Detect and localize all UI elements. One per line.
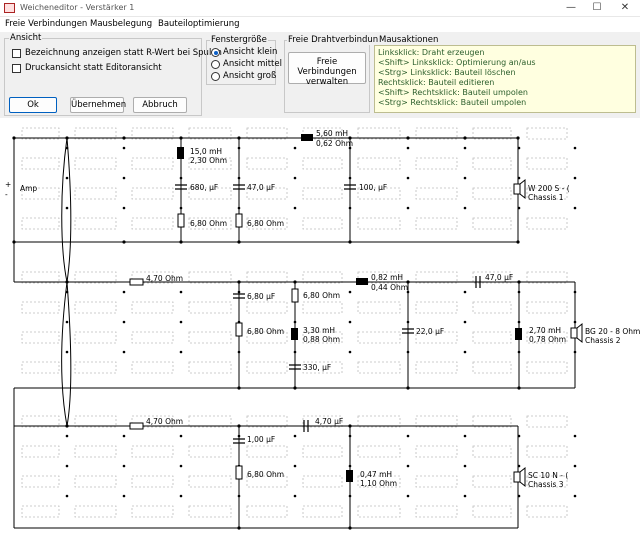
s2-c2-value[interactable]: 330, µF [303, 363, 331, 372]
s1-r2-value[interactable]: 6,80 Ohm [247, 219, 284, 228]
ansicht-title: Ansicht [9, 33, 43, 43]
s2-c1-value[interactable]: 6,80 µF [247, 292, 275, 301]
s3-l1-value[interactable]: 0,47 mH [360, 470, 392, 479]
s2-l3-resistance[interactable]: 0,78 Ohm [529, 335, 566, 344]
freie-verbindungen-button[interactable]: Freie Verbindungen verwalten [288, 52, 366, 87]
druckansicht-checkbox[interactable] [12, 64, 21, 73]
help-line: <Strg> Linksklick: Bauteil löschen [378, 68, 516, 77]
menu-mausbelegung[interactable]: Mausbelegung [90, 19, 152, 29]
s2-driver-name[interactable]: BG 20 - 8 Ohm [585, 327, 640, 336]
ansicht-klein-radio[interactable] [211, 48, 220, 57]
mausaktionen-title: Mausaktionen [378, 35, 440, 45]
s1-c3-value[interactable]: 100, µF [359, 183, 387, 192]
s2-r2-value[interactable]: 6,80 Ohm [247, 327, 284, 336]
cancel-button[interactable]: Abbruch [133, 97, 187, 113]
s1-r1-value[interactable]: 6,80 Ohm [190, 219, 227, 228]
amp-plus-label: + [5, 180, 12, 189]
minimize-button[interactable]: — [558, 0, 584, 16]
s2-l3-value[interactable]: 2,70 mH [529, 326, 561, 335]
amp-label: Amp [20, 184, 38, 193]
s2-c-series-value[interactable]: 47,0 µF [485, 273, 513, 282]
s3-driver-name[interactable]: SC 10 N - ( [528, 471, 568, 480]
help-line: <Shift> Linksklick: Optimierung an/aus [378, 58, 536, 67]
help-line: Linksklick: Draht erzeugen [378, 48, 485, 57]
menu-freie-verbindungen[interactable]: Freie Verbindungen [5, 19, 87, 29]
window-title: Weicheneditor - Verstärker 1 [20, 3, 135, 12]
freie-button-line1: Freie Verbindungen [297, 57, 357, 77]
spulen-checkbox-label: Bezeichnung anzeigen statt R-Wert bei Sp… [25, 48, 222, 58]
s2-l2-value[interactable]: 3,30 mH [303, 326, 335, 335]
ansicht-klein-label: Ansicht klein [223, 47, 278, 57]
s3-driver-chassis[interactable]: Chassis 3 [528, 480, 564, 489]
s1-c2-value[interactable]: 47,0 µF [247, 183, 275, 192]
close-button[interactable]: ✕ [612, 0, 638, 16]
s2-r1-value[interactable]: 6,80 Ohm [303, 291, 340, 300]
help-line: Rechtsklick: Bauteil editieren [378, 78, 495, 87]
ok-button[interactable]: Ok [9, 97, 57, 113]
apply-button[interactable]: Übernehmen [70, 97, 126, 113]
s1-l1-resistance[interactable]: 2,30 Ohm [190, 156, 227, 165]
ansicht-mittel-radio[interactable] [211, 60, 220, 69]
s1-l2-resistance[interactable]: 0,62 Ohm [316, 139, 353, 148]
s2-c3-value[interactable]: 22,0 µF [416, 327, 444, 336]
ansicht-gross-label: Ansicht groß [223, 71, 277, 81]
s3-r1-value[interactable]: 6,80 Ohm [247, 470, 284, 479]
s1-l2-value[interactable]: 5,60 mH [316, 129, 348, 138]
s1-driver-chassis[interactable]: Chassis 1 [528, 193, 564, 202]
maximize-button[interactable]: ☐ [584, 0, 610, 16]
s3-l1-resistance[interactable]: 1,10 Ohm [360, 479, 397, 488]
s3-c1-value[interactable]: 1,00 µF [247, 435, 275, 444]
s2-r-series-value[interactable]: 4,70 Ohm [146, 274, 183, 283]
amp-minus-label: - [5, 190, 8, 199]
title-bar: Weicheneditor - Verstärker 1 — ☐ ✕ [0, 0, 640, 17]
circuit-canvas[interactable]: + - Amp 15,0 mH 2,30 Ohm 5,60 mH 0,62 Oh… [0, 118, 640, 556]
mausaktionen-help: Linksklick: Draht erzeugen <Shift> Links… [374, 45, 636, 113]
help-line: <Strg> Rechtsklick: Bauteil umpolen [378, 98, 527, 107]
s1-c1-value[interactable]: 680, µF [190, 183, 218, 192]
menu-bar: Freie Verbindungen Mausbelegung Bauteilo… [0, 17, 640, 32]
freie-button-line2: verwalten [305, 77, 349, 87]
s2-l1-value[interactable]: 0,82 mH [371, 273, 403, 282]
s2-l2-resistance[interactable]: 0,88 Ohm [303, 335, 340, 344]
help-line: <Shift> Rechtsklick: Bauteil umpolen [378, 88, 528, 97]
spulen-checkbox[interactable] [12, 49, 21, 58]
s2-driver-chassis[interactable]: Chassis 2 [585, 336, 621, 345]
ansicht-mittel-label: Ansicht mittel [223, 59, 282, 69]
s1-l1-value[interactable]: 15,0 mH [190, 147, 222, 156]
app-icon [4, 3, 15, 13]
s1-driver-name[interactable]: W 200 S - ( [528, 184, 570, 193]
fenstergroesse-title: Fenstergröße [210, 35, 268, 45]
s2-l1-resistance[interactable]: 0,44 Ohm [371, 283, 408, 292]
menu-bauteiloptimierung[interactable]: Bauteiloptimierung [158, 19, 240, 29]
druckansicht-checkbox-label: Druckansicht statt Editoransicht [25, 63, 162, 73]
s3-r-series-value[interactable]: 4,70 Ohm [146, 417, 183, 426]
s3-c-series-value[interactable]: 4,70 µF [315, 417, 343, 426]
ansicht-gross-radio[interactable] [211, 72, 220, 81]
